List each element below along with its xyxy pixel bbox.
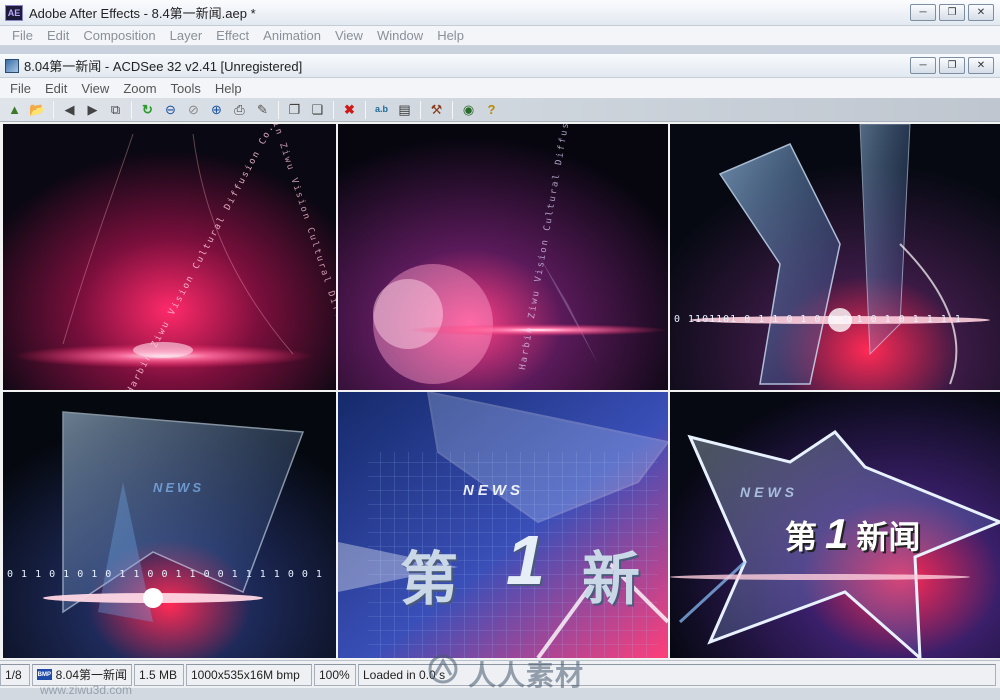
frame-2: Harbin Ziwu Vision Cultural Diffusion Co… <box>338 124 668 390</box>
ae-menu-layer[interactable]: Layer <box>163 28 210 43</box>
acd-menu-view[interactable]: View <box>74 81 116 96</box>
toolbar-separator <box>333 100 334 119</box>
ae-window-title: Adobe After Effects - 8.4第一新闻.aep * <box>29 6 256 21</box>
ae-window-controls: ─ ❐ ✕ <box>910 4 994 21</box>
properties-icon[interactable]: ▤ <box>394 100 415 120</box>
restore-icon[interactable]: ❐ <box>939 4 965 21</box>
ae-menu-help[interactable]: Help <box>430 28 471 43</box>
frame-4-binary: 0 1 1 0 1 0 1 0 1 1 0 0 1 1 0 0 1 1 1 1 … <box>7 569 323 580</box>
ae-titlebar: AE Adobe After Effects - 8.4第一新闻.aep * ─… <box>0 0 1000 26</box>
frame-5-char-3: 新 <box>582 547 641 612</box>
minimize-icon[interactable]: ─ <box>910 57 936 74</box>
watermark-center: 人人素材 <box>468 660 585 691</box>
close-icon[interactable]: ✕ <box>968 4 994 21</box>
frame-3-binary: 0 1101101 0 1 1 0 1 0 1 0 1 0 1 0 1 1 1 … <box>674 314 962 325</box>
watermark-logo-icon <box>428 654 458 684</box>
print-icon[interactable]: ⎙ <box>229 100 250 120</box>
ae-menu-composition[interactable]: Composition <box>76 28 162 43</box>
ae-menu-file[interactable]: File <box>5 28 40 43</box>
ae-menu-window[interactable]: Window <box>370 28 430 43</box>
frame-6: NEWS 第 1 新闻 <box>670 392 1000 658</box>
copy-icon[interactable]: ⧉ <box>105 100 126 120</box>
acd-menu-zoom[interactable]: Zoom <box>116 81 163 96</box>
status-dimensions: 1000x535x16M bmp <box>186 663 312 686</box>
view-icon[interactable]: ◉ <box>458 100 479 120</box>
frame-6-headline: 第 1 新闻 <box>785 510 920 558</box>
frame-4: NEWS 0 1 1 0 1 0 1 0 1 1 0 0 1 1 0 0 1 1… <box>3 392 336 658</box>
minimize-icon[interactable]: ─ <box>910 4 936 21</box>
frame-6-news: NEWS <box>740 484 798 500</box>
acdsee-app-icon <box>5 58 19 73</box>
frame-5: NEWS 第 1 新 <box>338 392 668 658</box>
acdsee-window-title: 8.04第一新闻 - ACDSee 32 v2.41 [Unregistered… <box>24 59 303 74</box>
acdsee-menubar: File Edit View Zoom Tools Help <box>0 78 1000 98</box>
frame-6-headline-suffix: 新闻 <box>856 519 921 555</box>
frame-6-headline-prefix: 第 <box>785 519 818 555</box>
frame-5-char-1: 第 <box>400 547 459 612</box>
zoom-in-icon[interactable]: ⊕ <box>206 100 227 120</box>
previous-icon[interactable]: ◀ <box>59 100 80 120</box>
zoom-icon[interactable]: ⊘ <box>183 100 204 120</box>
help-icon[interactable]: ? <box>481 100 502 120</box>
image-viewer: Harbin Ziwu Vision Cultural Diffusion Co… <box>0 122 1000 660</box>
status-zoom: 100% <box>314 663 356 686</box>
toolbar-separator <box>53 100 54 119</box>
toolbar-separator <box>452 100 453 119</box>
ae-menu-animation[interactable]: Animation <box>256 28 328 43</box>
frame-4-news: NEWS <box>153 480 204 495</box>
rotate-icon[interactable]: ↻ <box>137 100 158 120</box>
ae-panel-strip <box>0 46 1000 54</box>
acdsee-titlebar: 8.04第一新闻 - ACDSee 32 v2.41 [Unregistered… <box>0 54 1000 78</box>
browse-icon[interactable]: ▲ <box>4 100 25 120</box>
frame-5-art <box>338 392 668 658</box>
frame-4-art <box>3 392 336 658</box>
toolbar-separator <box>131 100 132 119</box>
move-to-icon[interactable]: ❏ <box>307 100 328 120</box>
toolbar-separator <box>420 100 421 119</box>
ae-menubar: File Edit Composition Layer Effect Anima… <box>0 26 1000 46</box>
restore-icon[interactable]: ❐ <box>939 57 965 74</box>
frame-5-news: NEWS <box>463 482 524 499</box>
bmp-file-icon: BMP <box>37 669 52 680</box>
rename-icon[interactable]: a.b <box>371 100 392 120</box>
status-filesize: 1.5 MB <box>134 663 184 686</box>
copy-to-icon[interactable]: ❐ <box>284 100 305 120</box>
status-index: 1/8 <box>0 663 30 686</box>
acd-menu-help[interactable]: Help <box>208 81 249 96</box>
frame-5-char-2: 1 <box>506 521 545 599</box>
scan-icon[interactable]: ✎ <box>252 100 273 120</box>
acd-menu-edit[interactable]: Edit <box>38 81 74 96</box>
delete-icon[interactable]: ✖ <box>339 100 360 120</box>
close-icon[interactable]: ✕ <box>968 57 994 74</box>
toolbar-separator <box>278 100 279 119</box>
ae-menu-view[interactable]: View <box>328 28 370 43</box>
after-effects-logo-icon: AE <box>5 4 23 21</box>
next-icon[interactable]: ▶ <box>82 100 103 120</box>
frame-3: 0 1101101 0 1 1 0 1 0 1 0 1 0 1 0 1 1 1 … <box>670 124 1000 390</box>
acd-menu-tools[interactable]: Tools <box>164 81 208 96</box>
tools-icon[interactable]: ⚒ <box>426 100 447 120</box>
ae-menu-effect[interactable]: Effect <box>209 28 256 43</box>
acd-menu-file[interactable]: File <box>3 81 38 96</box>
status-filename: 8.04第一新闻 <box>55 668 127 682</box>
acdsee-toolbar: ▲ 📂 ◀ ▶ ⧉ ↻ ⊖ ⊘ ⊕ ⎙ ✎ ❐ ❏ ✖ a.b ▤ ⚒ ◉ ? <box>0 98 1000 122</box>
watermark-left: www.ziwu3d.com <box>40 683 133 697</box>
toolbar-separator <box>365 100 366 119</box>
frame-2-art <box>338 124 668 390</box>
frame-1: Harbin Ziwu Vision Cultural Diffusion Co… <box>3 124 336 390</box>
frame-3-art <box>670 124 1000 390</box>
frame-6-headline-num: 1 <box>825 510 849 557</box>
ae-menu-edit[interactable]: Edit <box>40 28 76 43</box>
open-icon[interactable]: 📂 <box>27 100 48 120</box>
zoom-out-icon[interactable]: ⊖ <box>160 100 181 120</box>
acdsee-window-controls: ─ ❐ ✕ <box>910 57 994 74</box>
